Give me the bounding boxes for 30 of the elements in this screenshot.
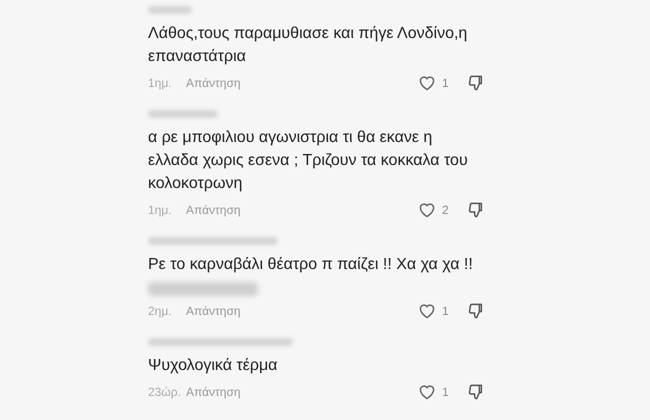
heart-icon bbox=[418, 75, 436, 91]
heart-icon bbox=[418, 384, 436, 400]
reply-link[interactable]: Απάντηση bbox=[186, 383, 241, 401]
dislike-button[interactable] bbox=[468, 202, 484, 218]
comment-time: 1ημ. bbox=[148, 202, 173, 219]
dislike-button[interactable] bbox=[468, 303, 484, 319]
comment-text: α ρε μποφιλιου αγωνιστρια τι θα εκανε η ελλαδα χωρις εσενα ; Τριζουν τα κοκκαλα του κολοκοτρωνη bbox=[148, 128, 469, 194]
like-button[interactable]: 1 bbox=[418, 74, 462, 92]
blurred-username bbox=[148, 6, 192, 14]
heart-icon bbox=[418, 202, 436, 218]
blurred-username bbox=[148, 110, 218, 118]
reply-link[interactable]: Απάντηση bbox=[186, 74, 241, 92]
comment-time: 1ημ. bbox=[148, 75, 173, 92]
thumbs-down-icon bbox=[468, 303, 484, 319]
comment-time: 2ημ. bbox=[148, 303, 173, 320]
comment-text: Ρε το καρναβάλι θέατρο π παίζει !! Χα χα χα !! bbox=[148, 255, 474, 275]
like-button[interactable]: 1 bbox=[418, 302, 462, 320]
comment-time: 23ώρ. bbox=[148, 384, 182, 401]
dislike-button[interactable] bbox=[468, 384, 484, 400]
reply-link[interactable]: Απάντηση bbox=[186, 302, 241, 320]
thumbs-down-icon bbox=[468, 384, 484, 400]
reply-link[interactable]: Απάντηση bbox=[186, 201, 241, 219]
comment-text: Ψυχολογικά τέρμα bbox=[148, 356, 278, 376]
like-button[interactable]: 2 bbox=[418, 201, 462, 219]
dislike-button[interactable] bbox=[468, 75, 484, 91]
heart-icon bbox=[418, 303, 436, 319]
thumbs-down-icon bbox=[468, 75, 484, 91]
comment-text: Λάθος,τους παραμυθιασε και πήγε Λονδίνο,η επαναστάτρια bbox=[148, 24, 468, 67]
thumbs-down-icon bbox=[468, 202, 484, 218]
like-button[interactable]: 1 bbox=[418, 383, 462, 401]
